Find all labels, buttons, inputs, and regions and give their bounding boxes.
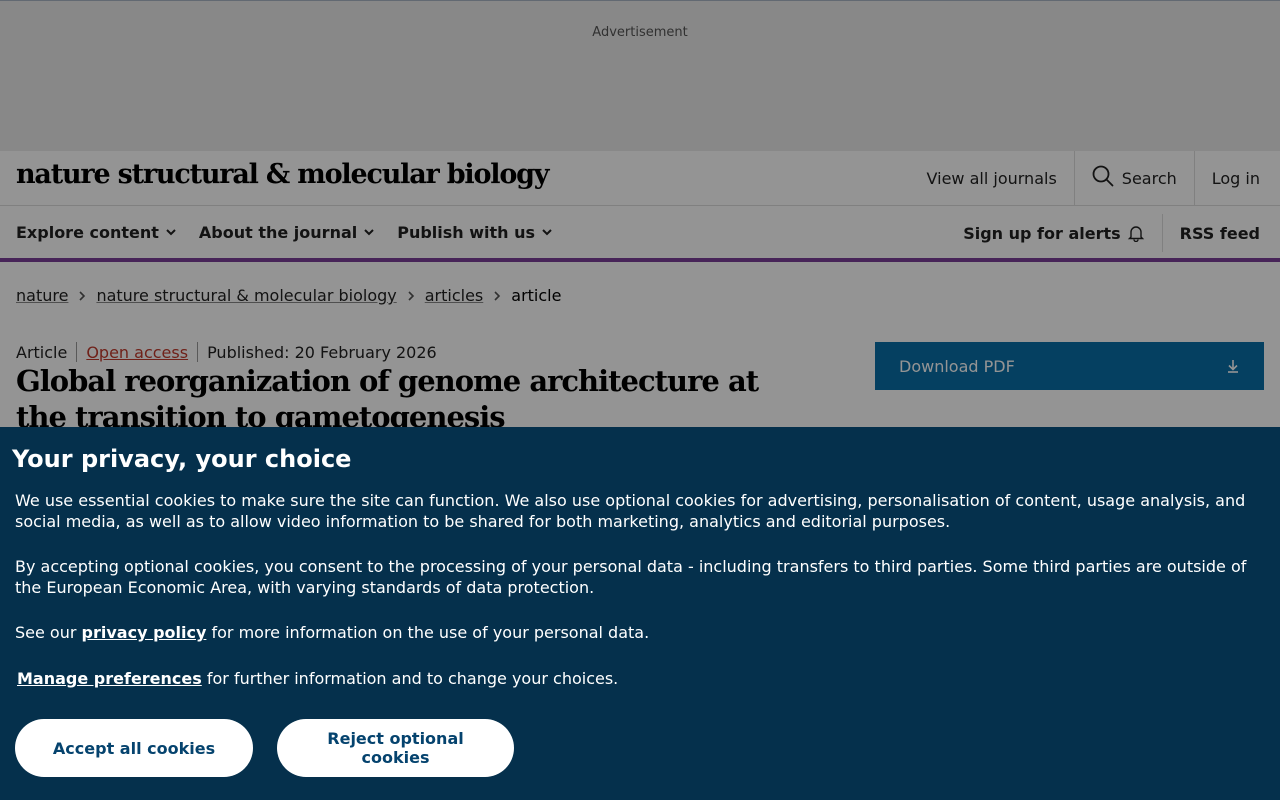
privacy-text-pre: See our [15,623,82,642]
cookie-consent-banner: Your privacy, your choice We use essenti… [0,427,1280,800]
cookie-text-privacy: See our privacy policy for more informat… [15,622,1265,643]
manage-preferences-link[interactable]: Manage preferences [17,669,202,688]
accept-all-cookies-button[interactable]: Accept all cookies [15,719,253,777]
preferences-text-post: for further information and to change yo… [201,669,619,688]
cookie-title: Your privacy, your choice [12,445,352,473]
privacy-text-post: for more information on the use of your … [206,623,650,642]
cookie-text-essential: We use essential cookies to make sure th… [15,491,1246,531]
cookie-text-consent: By accepting optional cookies, you conse… [15,557,1247,597]
reject-optional-cookies-button[interactable]: Reject optional cookies [277,719,514,777]
privacy-policy-link[interactable]: privacy policy [82,623,207,642]
cookie-text-preferences: Manage preferences for further informati… [17,668,1267,689]
